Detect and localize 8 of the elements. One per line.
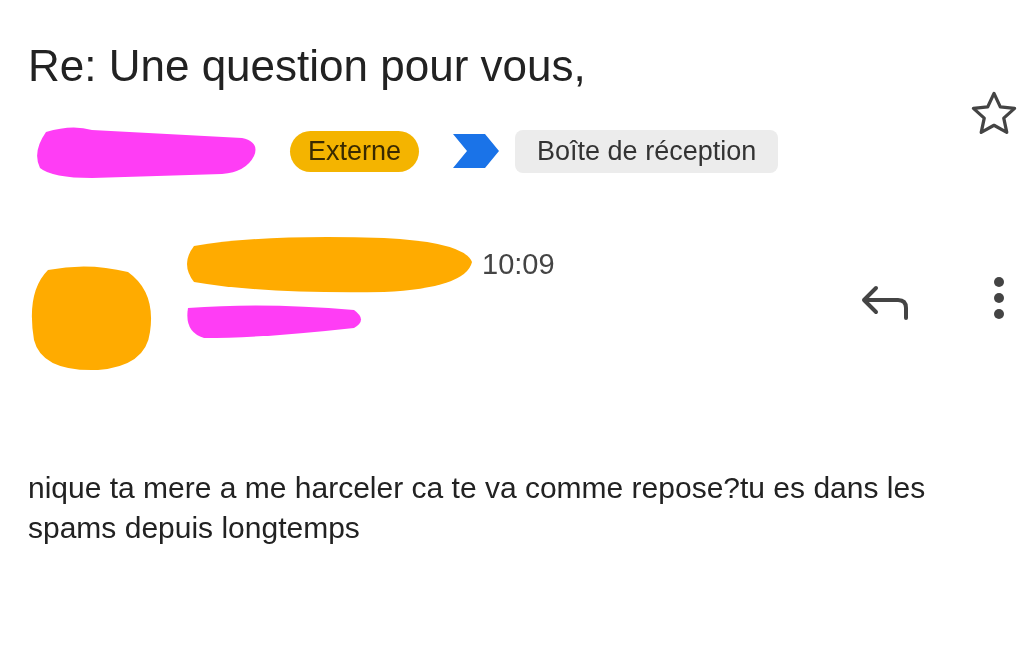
message-time: 10:09 [482, 247, 555, 281]
importance-marker-icon[interactable] [451, 132, 502, 170]
more-options-button[interactable] [992, 276, 1006, 320]
more-icon [992, 276, 1006, 320]
external-label: Externe [290, 130, 420, 172]
inbox-label[interactable]: Boîte de réception [515, 129, 779, 173]
message-body: nique ta mere a me harceler ca te va comme repose?tu es dans les spams depuis longtemps [28, 470, 927, 546]
email-subject: Re: Une question pour vous, [28, 40, 587, 92]
